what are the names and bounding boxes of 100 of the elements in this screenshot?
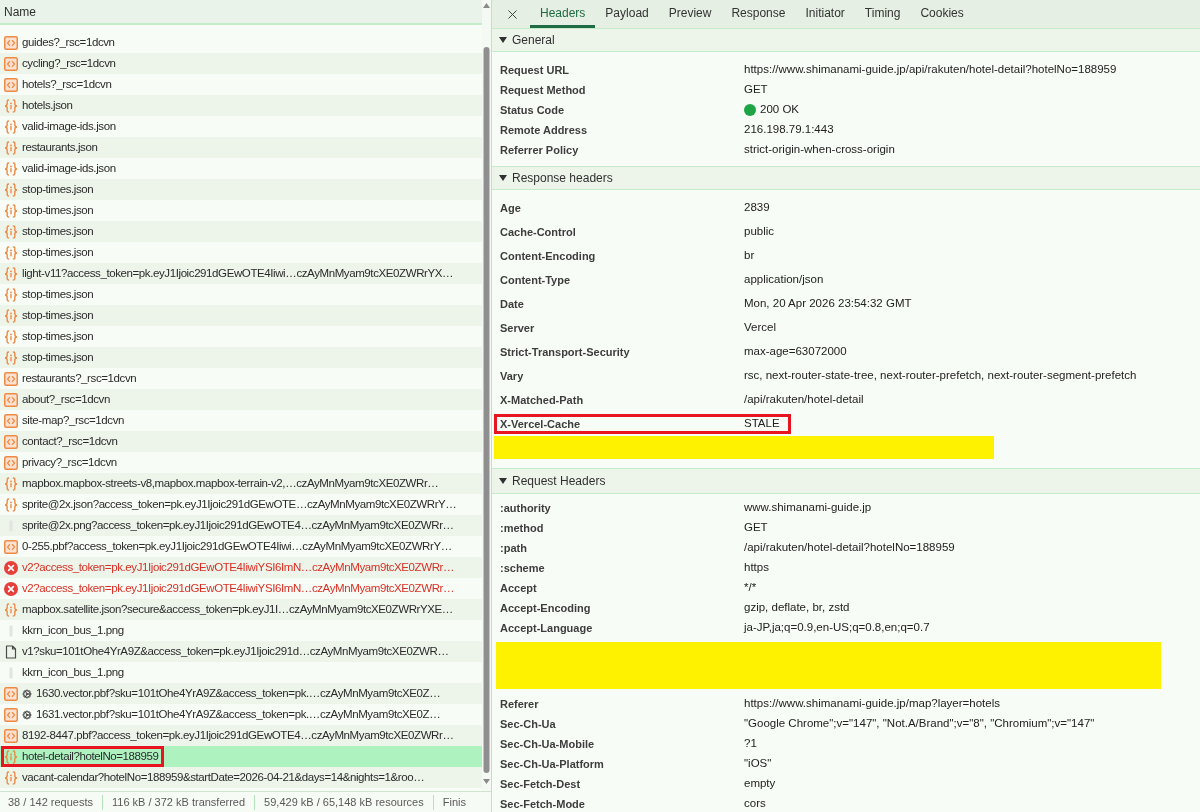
- header-value: "iOS": [744, 758, 772, 770]
- request-row[interactable]: hotels.json: [0, 95, 482, 116]
- document-icon: [4, 728, 18, 743]
- header-name: Sec-Fetch-Dest: [500, 778, 581, 790]
- request-row[interactable]: vacant-calendar?hotelNo=188959&startDate=2026-04-21&days=14&nights=1&roo…: [0, 767, 482, 788]
- request-row[interactable]: 8192-8447.pbf?access_token=pk.eyJ1Ijoic291dGEwOTE4…czAyMnMyam9tcXE0ZWRr…: [0, 725, 482, 746]
- braces-icon: [4, 497, 18, 512]
- document-icon: [4, 539, 18, 554]
- tab[interactable]: Initiator: [795, 0, 855, 28]
- braces-icon: [4, 203, 18, 218]
- section-header[interactable]: Request Headers: [492, 468, 1200, 494]
- request-row[interactable]: mapbox.satellite.json?secure&access_token=pk.eyJ1I…czAyMnMyam9tcXE0ZWRrYXE…: [0, 599, 482, 620]
- header-value: Mon, 20 Apr 2026 23:54:32 GMT: [744, 298, 912, 310]
- header-value: gzip, deflate, br, zstd: [744, 602, 850, 614]
- request-name: contact?_rsc=1dcvn: [22, 435, 118, 448]
- header-name: Accept-Encoding: [500, 602, 591, 614]
- request-name: site-map?_rsc=1dcvn: [22, 414, 125, 427]
- request-row[interactable]: stop-times.json: [0, 221, 482, 242]
- request-row[interactable]: v1?sku=101tOhe4YrA9Z&access_token=pk.eyJ1Ijoic291d…czAyMnMyam9tcXE0ZWR…: [0, 641, 482, 662]
- request-name: 1630.vector.pbf?sku=101tOhe4YrA9Z&access_token=pk.…czAyMnMyam9tcXE0Z…: [36, 687, 441, 700]
- scrollbar[interactable]: [482, 0, 491, 786]
- request-row[interactable]: stop-times.json: [0, 179, 482, 200]
- header-name: Strict-Transport-Security: [500, 346, 630, 358]
- status-text: Finis: [442, 794, 466, 810]
- request-name: 0-255.pbf?access_token=pk.eyJ1Ijoic291dGEwOTE4Iiwi…czAyMnMyam9tcXE0ZWRrY…: [22, 540, 452, 553]
- request-name: valid-image-ids.json: [22, 120, 116, 133]
- braces-icon: [4, 308, 18, 323]
- request-row[interactable]: contact?_rsc=1dcvn: [0, 431, 482, 452]
- braces-icon: [4, 770, 18, 785]
- tab[interactable]: Response: [721, 0, 796, 28]
- request-row[interactable]: hotel-detail?hotelNo=188959: [0, 746, 482, 767]
- header-value: www.shimanami-guide.jp: [744, 502, 872, 514]
- header-name: Cache-Control: [500, 226, 576, 238]
- request-name: mapbox.mapbox-streets-v8,mapbox.mapbox-terrain-v2,…czAyMnMyam9tcXE0ZWRr…: [22, 477, 439, 490]
- request-name: v2?access_token=pk.eyJ1Ijoic291dGEwOTE4IiwiYSI6ImN…czAyMnMyam9tcXE0ZWRr…: [22, 561, 455, 574]
- request-row[interactable]: 1630.vector.pbf?sku=101tOhe4YrA9Z&access_token=pk.…czAyMnMyam9tcXE0Z…: [0, 683, 482, 704]
- header-value: https: [744, 562, 769, 574]
- request-name: hotels?_rsc=1dcvn: [22, 78, 112, 91]
- error-icon: [4, 581, 18, 596]
- header-name: Age: [500, 202, 521, 214]
- request-name: kkrn_icon_bus_1.png: [22, 666, 124, 679]
- request-name: stop-times.json: [22, 330, 94, 343]
- request-name: privacy?_rsc=1dcvn: [22, 456, 117, 469]
- header-value: /api/rakuten/hotel-detail?hotelNo=188959: [744, 542, 955, 554]
- header-name: X-Vercel-Cache: [500, 418, 581, 430]
- tab[interactable]: Payload: [595, 0, 659, 28]
- request-name: stop-times.json: [22, 183, 94, 196]
- request-row[interactable]: cycling?_rsc=1dcvn: [0, 53, 482, 74]
- header-name: Vary: [500, 370, 524, 382]
- section-header[interactable]: Response headers: [492, 166, 1200, 190]
- request-row[interactable]: stop-times.json: [0, 305, 482, 326]
- tab[interactable]: Cookies: [910, 0, 974, 28]
- request-row[interactable]: v2?access_token=pk.eyJ1Ijoic291dGEwOTE4IiwiYSI6ImN…czAyMnMyam9tcXE0ZWRr…: [0, 557, 482, 578]
- header-value: cors: [744, 798, 766, 810]
- request-row[interactable]: stop-times.json: [0, 347, 482, 368]
- header-name: Status Code: [500, 104, 565, 116]
- tab[interactable]: Preview: [658, 0, 722, 28]
- request-name: guides?_rsc=1dcvn: [22, 36, 115, 49]
- request-name: stop-times.json: [22, 225, 94, 238]
- document-icon: [4, 392, 18, 407]
- braces-icon: [4, 182, 18, 197]
- braces-icon: [4, 350, 18, 365]
- request-row[interactable]: mapbox.mapbox-streets-v8,mapbox.mapbox-terrain-v2,…czAyMnMyam9tcXE0ZWRr…: [0, 473, 482, 494]
- header-value: 2839: [744, 202, 770, 214]
- header-name: Referrer Policy: [500, 144, 579, 156]
- section-header[interactable]: General: [492, 28, 1200, 52]
- header-name: Content-Type: [500, 274, 571, 286]
- braces-icon: [4, 476, 18, 491]
- header-value: strict-origin-when-cross-origin: [744, 144, 895, 156]
- request-name: stop-times.json: [22, 309, 94, 322]
- braces-icon: [4, 602, 18, 617]
- header-value: GET: [744, 84, 768, 96]
- request-row[interactable]: restaurants.json: [0, 137, 482, 158]
- request-row[interactable]: light-v11?access_token=pk.eyJ1Ijoic291dGEwOTE4Iiwi…czAyMnMyam9tcXE0ZWRrYX…: [0, 263, 482, 284]
- request-row[interactable]: sprite@2x.png?access_token=pk.eyJ1Ijoic291dGEwOTE4…czAyMnMyam9tcXE0ZWRr…: [0, 515, 482, 536]
- header-name: Content-Encoding: [500, 250, 596, 262]
- header-name: Server: [500, 322, 535, 334]
- braces-icon: [4, 329, 18, 344]
- header-value: https://www.shimanami-guide.jp/map?layer=hotels: [744, 698, 1000, 710]
- column-header[interactable]: Name: [0, 0, 482, 25]
- document-icon: [4, 434, 18, 449]
- header-name: Sec-Ch-Ua: [500, 718, 556, 730]
- tab[interactable]: Timing: [854, 0, 911, 28]
- header-value: "Google Chrome";v="147", "Not.A/Brand";v="8", "Chromium";v="147": [744, 718, 1095, 730]
- request-name: restaurants.json: [22, 141, 98, 154]
- header-value: */*: [744, 582, 757, 594]
- document-icon: [4, 455, 18, 470]
- status-text: 59,429 kB / 65,148 kB resources: [264, 794, 424, 810]
- document-icon: [4, 686, 18, 701]
- header-name: Date: [500, 298, 524, 310]
- header-value: https://www.shimanami-guide.jp/api/rakuten/hotel-detail?hotelNo=188959: [744, 64, 1117, 76]
- braces-icon: [4, 266, 18, 281]
- request-name: sprite@2x.png?access_token=pk.eyJ1Ijoic291dGEwOTE4…czAyMnMyam9tcXE0ZWRr…: [22, 519, 454, 532]
- request-row[interactable]: about?_rsc=1dcvn: [0, 389, 482, 410]
- header-value: empty: [744, 778, 776, 790]
- request-name: cycling?_rsc=1dcvn: [22, 57, 116, 70]
- header-value: Vercel: [744, 322, 776, 334]
- header-name: X-Matched-Path: [500, 394, 584, 406]
- request-name: hotel-detail?hotelNo=188959: [22, 750, 159, 763]
- header-name: :method: [500, 522, 544, 534]
